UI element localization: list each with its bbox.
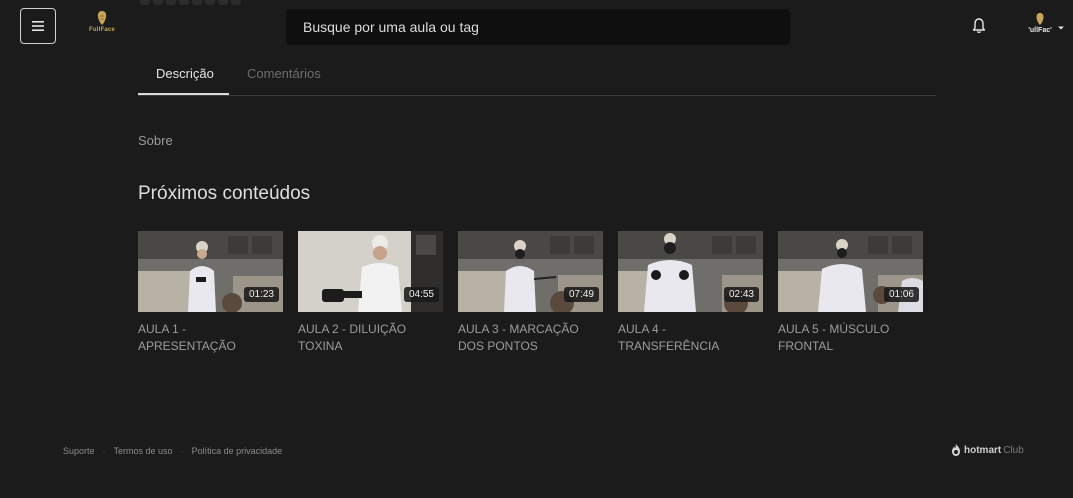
search-placeholder: Busque por uma aula ou tag [303,19,479,35]
logo-text: FullFace [89,27,115,33]
lesson-card[interactable]: 02:43 AULA 4 - TRANSFERÊNCIA PONTOS PARA… [618,231,763,355]
search-input[interactable]: Busque por uma aula ou tag [286,9,790,45]
lesson-thumbnail[interactable]: 04:55 [298,231,443,312]
lesson-thumbnail[interactable]: 01:06 [778,231,923,312]
course-page: FullFace Busque por uma aula ou tag 'ull… [0,0,1073,498]
lesson-title[interactable]: AULA 3 - MARCAÇÃO DOS PONTOS [458,321,606,355]
duration-badge: 01:23 [243,287,279,302]
lesson-list: 01:23 AULA 1 - APRESENTAÇÃO MODULO - APL… [138,231,938,361]
lesson-title[interactable]: AULA 5 - MÚSCULO FRONTAL [778,321,926,355]
menu-button[interactable] [20,8,56,44]
face-logo-icon [97,11,107,25]
tab-description[interactable]: Descrição [156,66,214,81]
lesson-thumbnail[interactable]: 02:43 [618,231,763,312]
lesson-title[interactable]: AULA 2 - DILUIÇÃO TOXINA [298,321,446,355]
duration-badge: 04:55 [403,287,439,302]
lesson-thumbnail[interactable]: 07:49 [458,231,603,312]
brand-suffix: Club [1003,444,1024,456]
hotmart-flame-icon [952,444,960,456]
tab-comments[interactable]: Comentários [247,66,321,81]
footer-separator: · [102,446,106,456]
lesson-card[interactable]: 07:49 AULA 3 - MARCAÇÃO DOS PONTOS [458,231,603,355]
hamburger-icon [32,21,44,31]
top-partial-text [140,0,242,6]
top-header: FullFace Busque por uma aula ou tag 'ull… [0,0,1073,54]
about-label: Sobre [138,133,173,148]
lesson-title[interactable]: AULA 1 - APRESENTAÇÃO MODULO - APLICAÇÃO… [138,321,286,355]
footer-links: Suporte · Termos de uso · Política de pr… [63,446,282,456]
caret-down-icon[interactable] [1057,25,1065,31]
privacy-link[interactable]: Política de privacidade [192,446,283,456]
duration-badge: 01:06 [883,287,919,302]
content-tabs: Descrição Comentários [138,56,936,96]
lesson-title[interactable]: AULA 4 - TRANSFERÊNCIA PONTOS PARA FICHA… [618,321,766,355]
duration-badge: 02:43 [723,287,759,302]
avatar-text: 'ullFac' [1028,27,1052,34]
lesson-card[interactable]: 01:06 AULA 5 - MÚSCULO FRONTAL [778,231,923,355]
fullface-logo[interactable]: FullFace [84,10,120,40]
active-tab-indicator [138,93,229,95]
user-avatar[interactable]: 'ullFac' [1024,12,1056,42]
hotmart-club-logo[interactable]: hotmart Club [950,443,1024,457]
brand-name: hotmart [964,444,1002,456]
terms-link[interactable]: Termos de uso [114,446,173,456]
lesson-card[interactable]: 04:55 AULA 2 - DILUIÇÃO TOXINA [298,231,443,355]
footer-separator: · [180,446,184,456]
duration-badge: 07:49 [563,287,599,302]
support-link[interactable]: Suporte [63,446,95,456]
avatar-logo-icon [1036,13,1044,25]
lesson-thumbnail[interactable]: 01:23 [138,231,283,312]
lesson-card[interactable]: 01:23 AULA 1 - APRESENTAÇÃO MODULO - APL… [138,231,283,355]
bell-icon[interactable] [971,17,987,35]
next-contents-heading: Próximos conteúdos [138,183,311,204]
